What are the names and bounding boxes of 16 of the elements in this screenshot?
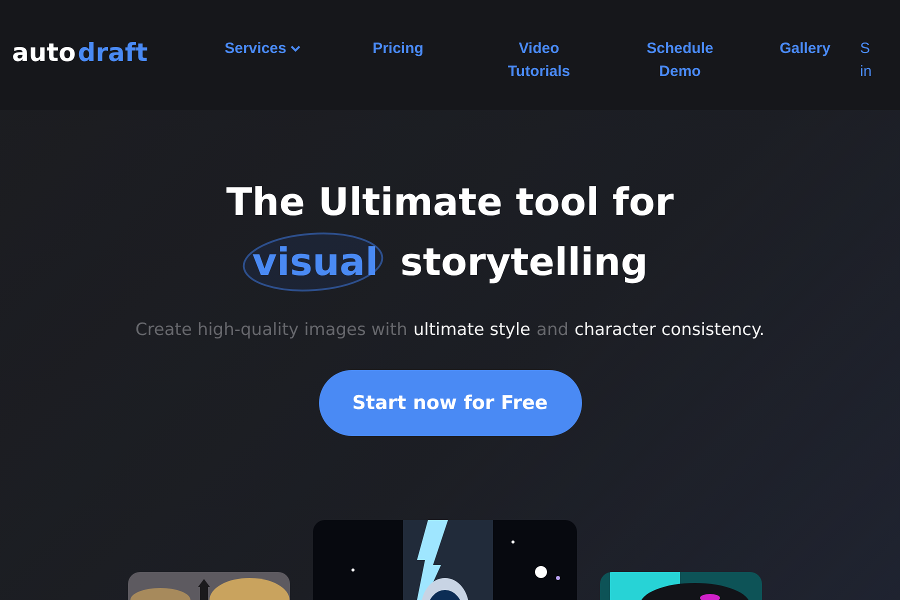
subtitle-text: character consistency. xyxy=(574,320,765,340)
logo[interactable]: autodraft xyxy=(12,40,198,65)
nav-link[interactable]: Schedule Demo xyxy=(610,37,750,83)
nav-link[interactable]: Gallery xyxy=(750,37,860,83)
nav-link[interactable]: Video Tutorials xyxy=(468,37,610,83)
subtitle-text: Create high-quality images with xyxy=(135,320,408,340)
subtitle-text: and xyxy=(536,320,569,340)
start-button[interactable]: Start now for Free xyxy=(318,370,582,436)
nav-link[interactable]: Pricing xyxy=(328,37,468,83)
nav-link[interactable]: S in xyxy=(860,37,880,83)
highlight-word: visual xyxy=(252,240,378,284)
subtitle-text: ultimate style xyxy=(413,320,531,340)
hero-title: The Ultimate tool for xyxy=(226,179,674,226)
hero-title: storytelling xyxy=(400,239,648,286)
chevron-down-icon xyxy=(290,45,302,53)
nav-link[interactable]: Services xyxy=(198,37,328,83)
